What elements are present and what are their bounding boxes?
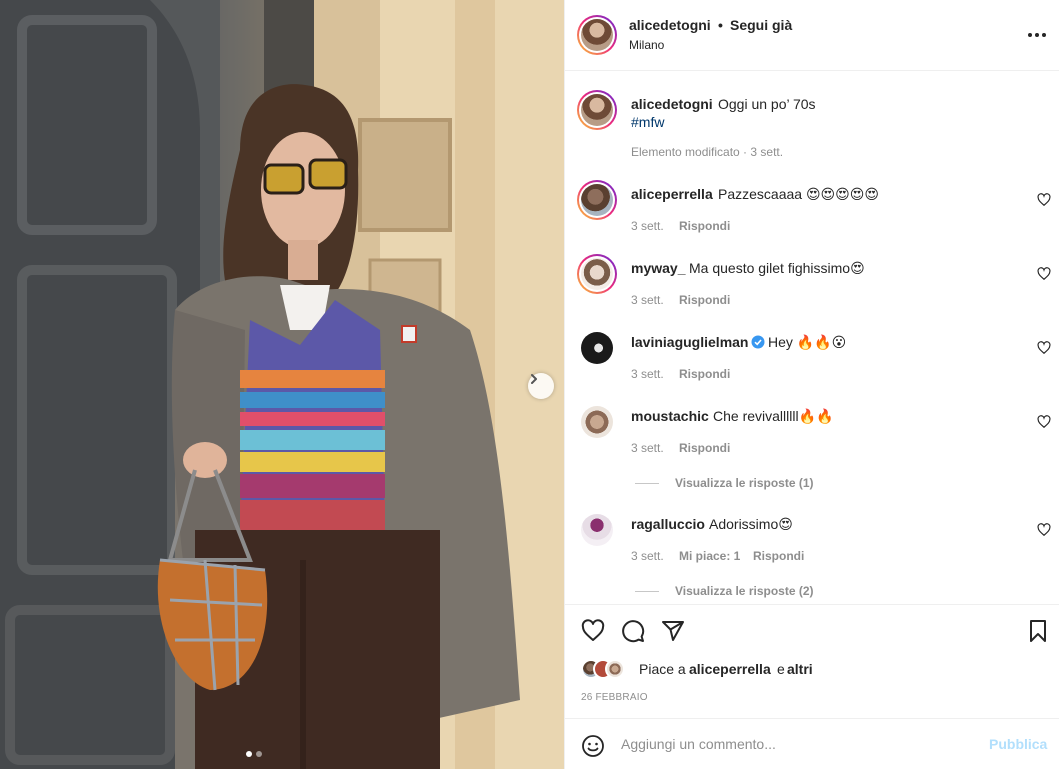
- comment-text: Ma questo gilet fighissimo😍: [689, 260, 865, 276]
- post-actions: Piace a aliceperrella e altri 26 FEBBRAI…: [565, 604, 1059, 718]
- likes-conjunction: e: [777, 661, 785, 677]
- comment-likes-count[interactable]: Mi piace: 1: [679, 549, 740, 563]
- commenter-avatar[interactable]: [581, 332, 613, 364]
- caption-username[interactable]: alicedetogni: [631, 96, 713, 112]
- likes-others-button[interactable]: altri: [787, 661, 813, 677]
- comment-username[interactable]: myway_: [631, 260, 685, 276]
- comment-input[interactable]: [621, 733, 981, 755]
- verified-badge-icon: [751, 335, 765, 349]
- post-location[interactable]: Milano: [629, 38, 664, 52]
- comment-time[interactable]: 3 sett.: [631, 441, 664, 455]
- caption-text: Oggi un po’ 70s: [718, 96, 816, 112]
- comment-username[interactable]: aliceperrella: [631, 186, 713, 202]
- carousel-dot-active: [246, 751, 252, 757]
- paper-plane-icon: [662, 621, 684, 641]
- chevron-right-icon: [531, 374, 537, 384]
- caption-hashtag[interactable]: #mfw: [631, 114, 664, 130]
- comment-like-heart-icon[interactable]: [1037, 193, 1051, 207]
- publish-button[interactable]: Pubblica: [989, 736, 1047, 752]
- comment-time[interactable]: 3 sett.: [631, 219, 664, 233]
- comment-username[interactable]: laviniaguglielman: [631, 334, 748, 350]
- comment-username[interactable]: moustachic: [631, 408, 709, 424]
- post-date[interactable]: 26 FEBBRAIO: [581, 692, 648, 703]
- comment-text: Pazzescaaaa 😍😍😍😍😍: [718, 186, 879, 202]
- post-modal: alicedetogni • Segui già Milano alicedet…: [0, 0, 1059, 769]
- post-side-panel: alicedetogni • Segui già Milano alicedet…: [564, 0, 1059, 769]
- replies-divider: [635, 483, 659, 484]
- caption-edited-meta: Elemento modificato · 3 sett.: [631, 145, 784, 159]
- comment-text: Adorissimo😍: [709, 516, 793, 532]
- commenter-avatar[interactable]: [577, 180, 617, 220]
- follow-status-button[interactable]: Segui già: [730, 17, 792, 33]
- reply-button[interactable]: Rispondi: [679, 367, 730, 381]
- view-replies-button[interactable]: Visualizza le risposte (1): [675, 476, 814, 490]
- more-horizontal-icon[interactable]: [1027, 28, 1047, 42]
- post-header: alicedetogni • Segui già Milano: [565, 0, 1059, 71]
- comment-time[interactable]: 3 sett.: [631, 367, 664, 381]
- reply-button[interactable]: Rispondi: [679, 441, 730, 455]
- knit-vest: [240, 300, 385, 530]
- author-username[interactable]: alicedetogni: [629, 17, 711, 33]
- comment-composer: Pubblica: [565, 718, 1059, 769]
- save-button[interactable]: [1025, 618, 1051, 644]
- carousel-dots: [246, 751, 262, 757]
- reply-button[interactable]: Rispondi: [753, 549, 804, 563]
- caption-author-avatar[interactable]: [577, 90, 617, 130]
- comment-like-heart-icon[interactable]: [1037, 523, 1051, 537]
- commenter-avatar[interactable]: [577, 254, 617, 294]
- comment-text: Che revivallllll🔥🔥: [713, 408, 834, 424]
- comment-like-heart-icon[interactable]: [1037, 415, 1051, 429]
- comment-bubble-icon: [622, 620, 645, 643]
- bookmark-icon: [1030, 620, 1046, 642]
- view-replies-button[interactable]: Visualizza le risposte (2): [675, 584, 814, 598]
- likes-prefix: Piace a: [639, 661, 686, 677]
- commenter-avatar[interactable]: [581, 406, 613, 438]
- post-photo[interactable]: [0, 0, 564, 769]
- comment-text: Hey 🔥🔥😮: [768, 334, 847, 350]
- next-slide-button[interactable]: [528, 373, 554, 399]
- replies-divider: [635, 591, 659, 592]
- commenter-avatar[interactable]: [581, 514, 613, 546]
- like-button[interactable]: [580, 618, 606, 644]
- heart-icon: [581, 619, 605, 641]
- photo-illustration: [0, 0, 564, 769]
- header-separator: •: [718, 17, 723, 33]
- smiley-icon[interactable]: [581, 734, 605, 758]
- comment-button[interactable]: [620, 618, 646, 644]
- author-avatar[interactable]: [577, 15, 617, 55]
- carousel-dot: [256, 751, 262, 757]
- likes-username[interactable]: aliceperrella: [689, 661, 771, 677]
- comment-like-heart-icon[interactable]: [1037, 267, 1051, 281]
- share-button[interactable]: [660, 618, 686, 644]
- liked-by-avatars[interactable]: [581, 659, 637, 681]
- reply-button[interactable]: Rispondi: [679, 219, 730, 233]
- comment-time[interactable]: 3 sett.: [631, 293, 664, 307]
- comment-username[interactable]: ragalluccio: [631, 516, 705, 532]
- comment-time[interactable]: 3 sett.: [631, 549, 664, 563]
- reply-button[interactable]: Rispondi: [679, 293, 730, 307]
- comment-like-heart-icon[interactable]: [1037, 341, 1051, 355]
